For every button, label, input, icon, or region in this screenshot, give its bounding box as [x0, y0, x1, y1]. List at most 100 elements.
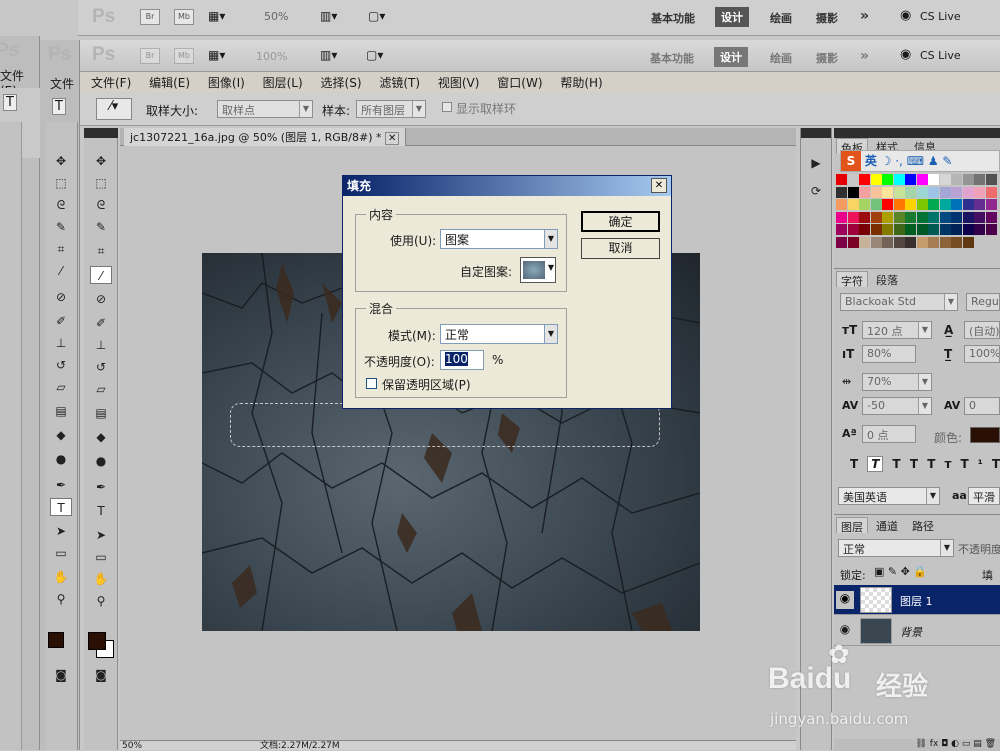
- color-swatch[interactable]: [859, 174, 870, 185]
- color-swatch[interactable]: [882, 186, 893, 198]
- cslive-icon-main[interactable]: ◉: [900, 47, 911, 62]
- color-swatch[interactable]: [893, 199, 905, 210]
- blur-tool[interactable]: ◆: [90, 428, 112, 446]
- color-swatch[interactable]: [939, 186, 951, 198]
- color-swatch[interactable]: [962, 224, 974, 235]
- color-swatch[interactable]: [985, 211, 997, 223]
- gradient-tool-icon[interactable]: ▤: [50, 402, 72, 420]
- color-swatch[interactable]: [870, 199, 882, 210]
- history-icon[interactable]: ⟳: [805, 182, 827, 200]
- crop-tool-icon[interactable]: ⌗: [50, 240, 72, 258]
- color-swatch[interactable]: [928, 211, 939, 223]
- color-swatch[interactable]: [974, 174, 985, 185]
- marquee-tool[interactable]: ⬚: [90, 174, 112, 192]
- menu-select[interactable]: 选择(S): [321, 76, 362, 90]
- subscript-button[interactable]: T₁: [992, 457, 1000, 471]
- visibility-eye-icon-bg[interactable]: ◉: [836, 622, 854, 640]
- eyedropper-tool[interactable]: ⁄: [90, 266, 112, 284]
- healing-tool-icon[interactable]: ⊘: [50, 288, 72, 306]
- color-swatch[interactable]: [974, 199, 985, 210]
- color-swatch[interactable]: [893, 211, 905, 223]
- color-swatch[interactable]: [893, 186, 905, 198]
- color-swatch[interactable]: [836, 236, 847, 248]
- color-swatch[interactable]: [905, 186, 916, 198]
- workspace-photo-main[interactable]: 摄影: [816, 50, 838, 66]
- color-swatch[interactable]: [939, 211, 951, 223]
- faux-italic-button[interactable]: T: [867, 456, 884, 472]
- faux-bold-button[interactable]: T: [850, 457, 867, 471]
- lasso-tool-icon[interactable]: ᘓ: [50, 196, 72, 214]
- use-select[interactable]: 图案 ▼: [440, 229, 558, 249]
- color-swatch[interactable]: [916, 236, 928, 248]
- color-swatch[interactable]: [847, 211, 859, 223]
- cslive-button[interactable]: CS Live: [920, 10, 961, 23]
- color-swatch[interactable]: [916, 211, 928, 223]
- color-swatch[interactable]: [836, 186, 847, 198]
- menu-view[interactable]: 视图(V): [438, 76, 480, 90]
- mode-select[interactable]: 正常 ▼: [440, 324, 558, 344]
- color-swatch[interactable]: [859, 186, 870, 198]
- color-swatch[interactable]: [985, 224, 997, 235]
- color-swatch[interactable]: [939, 174, 951, 185]
- blur-tool-icon[interactable]: ◆: [50, 426, 72, 444]
- arrange-icon-main[interactable]: ▥▾: [320, 48, 337, 62]
- color-swatch[interactable]: [859, 236, 870, 248]
- menu-file-left2[interactable]: 文件: [50, 75, 74, 92]
- color-swatch[interactable]: [905, 199, 916, 210]
- fg-color-swatch[interactable]: [48, 632, 64, 648]
- color-swatch[interactable]: [893, 224, 905, 235]
- ime-lang[interactable]: 英: [865, 154, 877, 168]
- layer-name[interactable]: 图层 1: [900, 593, 933, 609]
- color-swatch[interactable]: [951, 199, 962, 210]
- document-tab[interactable]: jc1307221_16a.jpg @ 50% (图层 1, RGB/8#) *…: [124, 128, 407, 146]
- superscript-button[interactable]: T¹: [960, 457, 991, 471]
- aa-select[interactable]: 平滑: [968, 487, 1000, 505]
- color-swatch[interactable]: [870, 174, 882, 185]
- color-swatch[interactable]: [893, 174, 905, 185]
- color-swatch[interactable]: [859, 211, 870, 223]
- eraser-tool-icon[interactable]: ▱: [50, 378, 72, 396]
- brush-tool-icon[interactable]: ✐: [50, 312, 72, 330]
- workspace-design-main[interactable]: 设计: [714, 47, 748, 67]
- color-swatch[interactable]: [916, 224, 928, 235]
- history-brush-icon[interactable]: ↺: [50, 356, 72, 374]
- menu-help[interactable]: 帮助(H): [560, 76, 602, 90]
- layer-name-bg[interactable]: 背景: [900, 624, 922, 640]
- workspace-photo[interactable]: 摄影: [816, 10, 838, 26]
- pattern-picker[interactable]: ▼: [520, 257, 556, 283]
- workspace-paint-main[interactable]: 绘画: [770, 50, 792, 66]
- pen-tool-icon[interactable]: ✒: [50, 476, 72, 494]
- color-swatch[interactable]: [836, 199, 847, 210]
- tracking-input[interactable]: 0: [964, 397, 1000, 415]
- small-caps-button[interactable]: Tт: [927, 457, 960, 471]
- color-swatch[interactable]: [985, 174, 997, 185]
- color-swatch[interactable]: [916, 174, 928, 185]
- color-swatch[interactable]: [905, 224, 916, 235]
- stamp-tool-icon[interactable]: ⊥: [50, 334, 72, 352]
- color-swatch[interactable]: [974, 211, 985, 223]
- pen-tool[interactable]: ✒: [90, 478, 112, 496]
- sample-select[interactable]: 所有图层 ▼: [356, 100, 426, 118]
- color-swatch[interactable]: [928, 236, 939, 248]
- ime-bar[interactable]: S 英 ☽ ·, ⌨ ♟ ✎: [840, 150, 1000, 172]
- color-swatch[interactable]: [962, 199, 974, 210]
- color-swatch[interactable]: [939, 199, 951, 210]
- color-swatch[interactable]: [951, 236, 962, 248]
- minibridge-button-main[interactable]: Mb: [174, 48, 194, 64]
- healing-tool[interactable]: ⊘: [90, 290, 112, 308]
- eraser-tool[interactable]: ▱: [90, 380, 112, 398]
- history-brush-tool[interactable]: ↺: [90, 358, 112, 376]
- color-swatch[interactable]: [939, 224, 951, 235]
- vscale-input[interactable]: 80%: [862, 345, 916, 363]
- type-tool-icon[interactable]: T: [3, 94, 17, 111]
- play-icon[interactable]: ▶: [805, 154, 827, 172]
- color-swatch[interactable]: [870, 224, 882, 235]
- dialog-close-icon[interactable]: ✕: [651, 178, 667, 193]
- layer-blend-select[interactable]: 正常 ▼: [838, 539, 954, 557]
- color-swatch[interactable]: [882, 174, 893, 185]
- tab-channels[interactable]: 通道: [872, 517, 902, 533]
- kerning-input[interactable]: -50 ▼: [862, 397, 932, 415]
- dodge-tool-icon[interactable]: ●: [50, 450, 72, 468]
- color-swatch[interactable]: [882, 211, 893, 223]
- color-swatch[interactable]: [928, 186, 939, 198]
